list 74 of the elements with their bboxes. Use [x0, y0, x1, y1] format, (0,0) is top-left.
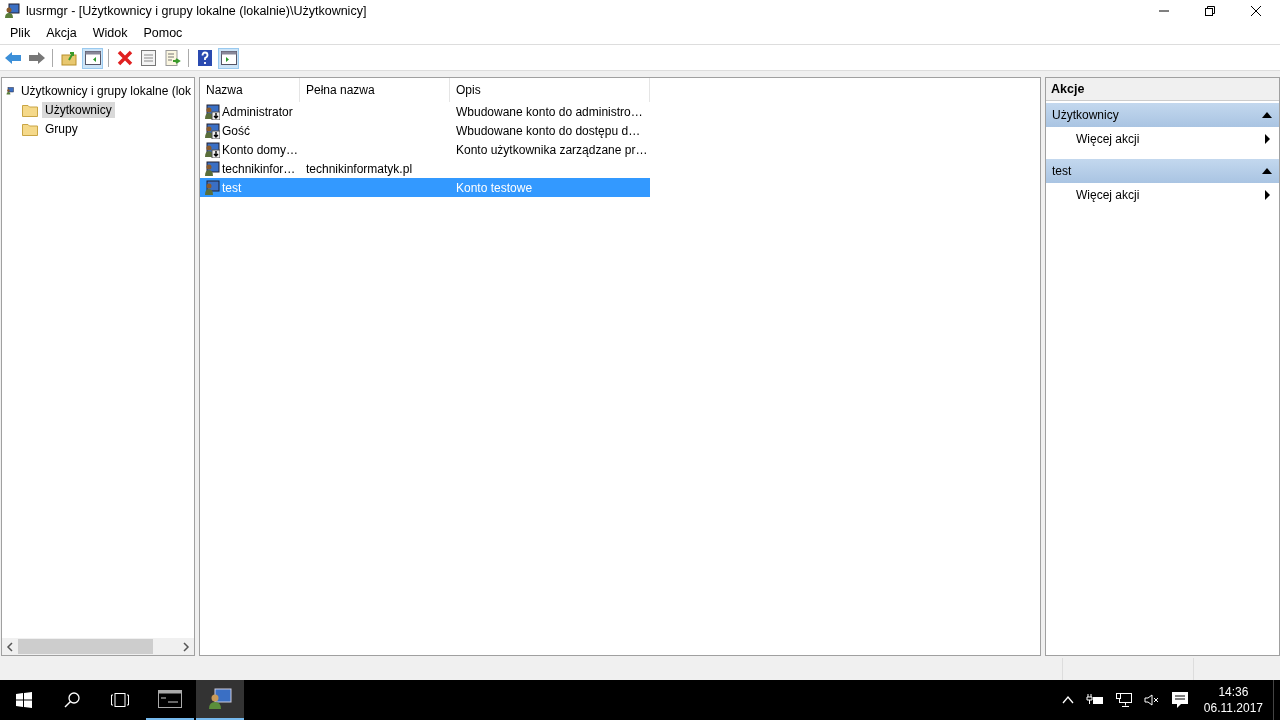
action-link[interactable]: Więcej akcji — [1076, 188, 1140, 202]
scroll-left-icon[interactable] — [6, 641, 14, 652]
table-cell: Wbudowane konto do administro… — [456, 104, 643, 119]
taskbar-app[interactable] — [196, 680, 244, 720]
disabled-user-icon — [204, 122, 220, 139]
column-header[interactable]: Pełna nazwa — [300, 78, 450, 102]
tree-item[interactable]: Grupy — [42, 120, 81, 137]
users-app-icon — [4, 3, 20, 19]
action-link[interactable]: Więcej akcji — [1076, 132, 1140, 146]
submenu-arrow-icon — [1265, 134, 1270, 144]
menu-item[interactable]: Plik — [2, 26, 39, 40]
battery-plug-icon[interactable] — [1085, 694, 1104, 706]
table-cell: test — [222, 180, 242, 195]
clock-time: 14:36 — [1218, 684, 1249, 700]
folder-up-icon — [60, 50, 77, 66]
task-view-icon — [110, 693, 130, 707]
tree-item[interactable]: Użytkownicy — [42, 101, 115, 118]
toolbar-button[interactable] — [162, 47, 183, 69]
table-cell: Konto testowe — [456, 180, 533, 195]
toolbar-button[interactable] — [218, 47, 239, 69]
user-row[interactable]: technikinfor… technikinformatyk.pl — [200, 159, 650, 178]
forward-arrow-icon — [27, 51, 46, 65]
help-icon — [197, 50, 212, 66]
notification-icon[interactable] — [1171, 692, 1188, 708]
actions-title: Akcje — [1046, 78, 1279, 101]
scrollbar-thumb[interactable] — [18, 639, 153, 654]
properties-icon — [141, 50, 156, 66]
column-header[interactable]: Opis — [450, 78, 650, 102]
table-cell: Administrator — [222, 104, 293, 119]
windows-logo-icon — [16, 692, 32, 708]
action-group-header[interactable]: Użytkownicy — [1046, 103, 1279, 127]
column-header[interactable]: Nazwa — [200, 78, 300, 102]
console-tree-icon — [84, 51, 101, 65]
table-cell: Konto użytkownika zarządzane pr… — [456, 142, 648, 157]
action-group-header[interactable]: test — [1046, 159, 1279, 183]
action-group-title: Użytkownicy — [1052, 108, 1119, 122]
user-icon — [204, 179, 220, 196]
table-cell: Gość — [222, 123, 250, 138]
menu-item[interactable]: Widok — [84, 26, 136, 40]
close-icon[interactable] — [1250, 5, 1262, 17]
back-arrow-icon — [3, 51, 22, 65]
export-list-icon — [164, 50, 181, 66]
disabled-user-icon — [204, 141, 220, 158]
disabled-user-icon — [204, 103, 220, 120]
chevron-up-icon[interactable] — [1061, 696, 1074, 704]
console-window-icon — [158, 690, 182, 708]
clock[interactable]: 14:36 06.11.2017 — [1193, 684, 1273, 716]
computer-users-icon — [208, 688, 232, 710]
table-cell: technikinformatyk.pl — [306, 161, 413, 176]
user-icon — [204, 160, 220, 177]
table-cell: Konto domy… — [222, 142, 299, 157]
action-group-title: test — [1052, 164, 1072, 178]
clock-date: 06.11.2017 — [1203, 700, 1263, 716]
collapse-caret-icon[interactable] — [1262, 168, 1272, 174]
delete-icon — [116, 50, 133, 66]
horizontal-scrollbar[interactable] — [2, 638, 194, 655]
table-cell: Wbudowane konto do dostępu d… — [456, 123, 641, 138]
collapse-caret-icon[interactable] — [1262, 112, 1272, 118]
restore-icon[interactable] — [1204, 5, 1216, 17]
search-icon — [64, 692, 80, 708]
scroll-right-icon[interactable] — [182, 641, 190, 652]
table-cell: technikinfor… — [222, 161, 296, 176]
muted-speaker-icon[interactable] — [1143, 694, 1160, 706]
window-title: lusrmgr - [Użytkownicy i grupy lokalne (lokalnie)\Użytkownicy] — [26, 4, 367, 18]
menu-item[interactable]: Akcja — [38, 26, 85, 40]
menu-item[interactable]: Pomoc — [135, 26, 191, 40]
action-pane-icon — [220, 51, 237, 65]
folder-icon — [22, 102, 38, 117]
network-monitor-icon[interactable] — [1115, 693, 1132, 707]
toolbar-button[interactable] — [138, 47, 159, 69]
toolbar-button[interactable] — [82, 47, 103, 69]
folder-icon — [22, 121, 38, 136]
submenu-arrow-icon — [1265, 190, 1270, 200]
tree-item[interactable]: Użytkownicy i grupy lokalne (lok — [17, 82, 194, 99]
